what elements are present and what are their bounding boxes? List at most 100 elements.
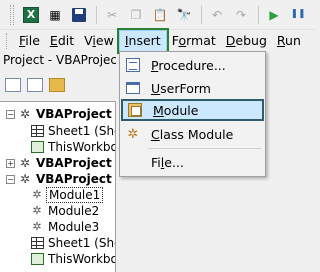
toolbar-separator bbox=[96, 5, 97, 24]
save-icon bbox=[72, 7, 86, 22]
menu-item-userform[interactable]: UserForm bbox=[121, 77, 264, 99]
menu-edit-accel: E bbox=[49, 33, 58, 48]
menu-item-module[interactable]: Module bbox=[121, 99, 264, 121]
break-button[interactable]: ❚❚ bbox=[287, 4, 309, 26]
tree-node-sheet[interactable]: Sheet1 (Sheet1 bbox=[30, 235, 115, 251]
module-icon: ✲ bbox=[32, 188, 42, 201]
tree-node-label: VBAProject (F bbox=[36, 156, 115, 170]
vba-project-icon: ✲ bbox=[19, 172, 31, 186]
copy-icon: ❐ bbox=[130, 7, 142, 22]
view-object-icon[interactable] bbox=[27, 78, 43, 92]
procedure-icon bbox=[121, 54, 145, 76]
menu-separator bbox=[148, 148, 262, 149]
redo-icon: ↷ bbox=[235, 7, 247, 22]
tree-node-label: ThisWorkboo bbox=[48, 140, 115, 154]
paste-button[interactable]: 📋 bbox=[149, 4, 171, 26]
file-icon bbox=[121, 151, 145, 173]
insert-menu-dropdown: Procedure... UserForm Module ✲ Class Mod… bbox=[119, 51, 266, 177]
excel-icon: X bbox=[23, 6, 39, 23]
collapse-icon[interactable]: − bbox=[6, 174, 15, 184]
paste-icon: 📋 bbox=[152, 7, 168, 22]
menu-debug-accel: D bbox=[225, 33, 236, 48]
menu-file-label: ile bbox=[25, 33, 40, 48]
menu-item-class-module[interactable]: ✲ Class Module bbox=[121, 123, 264, 145]
cut-icon: ✂ bbox=[106, 7, 118, 22]
menu-edit-label: dit bbox=[57, 33, 75, 48]
undo-button[interactable]: ↶ bbox=[206, 4, 228, 26]
undo-icon: ↶ bbox=[211, 7, 223, 22]
cut-button[interactable]: ✂ bbox=[101, 4, 123, 26]
tree-node-label: VBAProject ( bbox=[36, 107, 116, 121]
run-icon: ▶ bbox=[269, 7, 279, 22]
menu-item-userform-label: UserForm bbox=[151, 80, 211, 96]
find-button[interactable]: 🔭 bbox=[173, 4, 195, 26]
sheet-icon bbox=[30, 124, 44, 138]
project-panel-title: Project - VBAProject bbox=[0, 52, 116, 69]
menu-insert[interactable]: Insert bbox=[116, 28, 169, 54]
tree-node-label: Sheet1 (She bbox=[48, 124, 116, 138]
tree-node-label: Module3 bbox=[48, 220, 100, 234]
tree-node-sheet[interactable]: Sheet1 (She bbox=[30, 123, 116, 139]
menu-item-procedure[interactable]: Procedure... bbox=[121, 54, 264, 76]
tree-node-label: VBAProject (VBA bbox=[36, 172, 115, 186]
menu-item-module-label: Module bbox=[153, 102, 199, 118]
project-panel-toolbar bbox=[0, 69, 116, 101]
menu-item-file[interactable]: File... bbox=[121, 151, 264, 173]
menu-bar: File Edit View Insert Format Debug Run bbox=[0, 28, 315, 54]
menu-insert-label: nsert bbox=[128, 33, 161, 48]
toolbar-grip[interactable] bbox=[10, 4, 14, 25]
menu-format-label: rmat bbox=[186, 33, 216, 48]
view-code-icon[interactable] bbox=[5, 78, 21, 92]
module-icon: ✲ bbox=[32, 204, 42, 217]
tree-node-workbook[interactable]: ThisWorkboo bbox=[30, 139, 115, 155]
find-icon: 🔭 bbox=[176, 7, 192, 22]
menu-item-class-module-label: Class Module bbox=[151, 126, 234, 142]
menu-debug[interactable]: Debug bbox=[221, 31, 272, 51]
menu-run[interactable]: Run bbox=[272, 31, 306, 51]
menu-run-accel: R bbox=[276, 33, 286, 48]
tree-node-label: Sheet1 (Sheet1 bbox=[48, 236, 115, 250]
tree-node-label: Module1 bbox=[46, 187, 104, 203]
menu-view[interactable]: View bbox=[79, 31, 119, 51]
menu-format-accel: o bbox=[178, 33, 187, 48]
menu-debug-label: ebug bbox=[235, 33, 267, 48]
project-tree: − ✲ VBAProject ( Sheet1 (She ThisWorkboo… bbox=[0, 101, 116, 272]
module-icon: ✲ bbox=[32, 220, 42, 233]
module-icon bbox=[123, 99, 147, 121]
menubar-grip[interactable] bbox=[6, 33, 10, 49]
save-button[interactable] bbox=[68, 4, 90, 26]
toolbar-separator bbox=[201, 5, 202, 24]
standard-toolbar: X ▦ ✂ ❐ 📋 🔭 ↶ ↷ ▶ ❚❚ bbox=[0, 0, 315, 30]
menu-file[interactable]: File bbox=[14, 31, 45, 51]
copy-button[interactable]: ❐ bbox=[125, 4, 147, 26]
menu-item-procedure-label: Procedure... bbox=[151, 57, 226, 73]
toolbar-separator bbox=[258, 5, 259, 24]
break-icon: ❚❚ bbox=[290, 9, 306, 19]
tree-node-project[interactable]: + ✲ VBAProject (F bbox=[6, 155, 115, 171]
sheet-icon bbox=[30, 236, 44, 250]
toggle-folders-icon[interactable] bbox=[49, 78, 65, 92]
expand-icon[interactable]: + bbox=[6, 158, 15, 168]
workbook-icon bbox=[30, 140, 44, 154]
menu-edit[interactable]: Edit bbox=[45, 31, 79, 51]
userform-icon bbox=[121, 77, 145, 99]
menu-view-label: ew bbox=[95, 33, 114, 48]
run-button[interactable]: ▶ bbox=[263, 4, 285, 26]
tree-node-module[interactable]: ✲ Module2 bbox=[30, 203, 101, 219]
tree-node-module[interactable]: ✲ Module1 bbox=[30, 187, 104, 203]
menu-run-label: un bbox=[285, 33, 301, 48]
view-excel-button[interactable]: X bbox=[20, 4, 42, 26]
class-module-icon: ✲ bbox=[127, 126, 139, 142]
menu-format[interactable]: Format bbox=[167, 31, 221, 51]
collapse-icon[interactable]: − bbox=[6, 109, 15, 119]
vba-project-icon: ✲ bbox=[19, 156, 31, 170]
vba-project-icon: ✲ bbox=[19, 107, 31, 121]
tree-node-project[interactable]: − ✲ VBAProject (VBA bbox=[6, 171, 115, 187]
tree-node-project[interactable]: − ✲ VBAProject ( bbox=[6, 106, 116, 122]
tree-node-workbook[interactable]: ThisWorkbook bbox=[30, 251, 115, 267]
redo-button[interactable]: ↷ bbox=[230, 4, 252, 26]
insert-userform-button[interactable]: ▦ bbox=[44, 4, 66, 26]
tree-node-module[interactable]: ✲ Module3 bbox=[30, 219, 101, 235]
workbook-icon bbox=[30, 252, 44, 266]
menu-item-file-label: File... bbox=[151, 154, 184, 170]
